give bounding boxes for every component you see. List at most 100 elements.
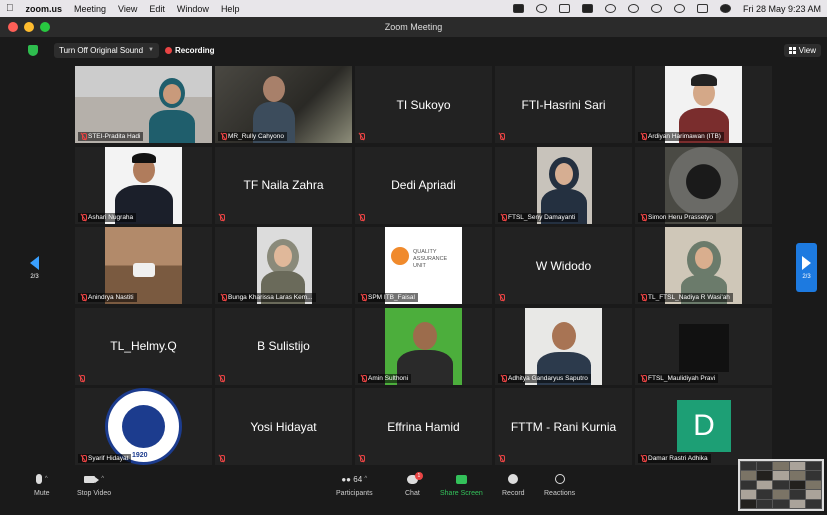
- participant-name-center: TF Naila Zahra: [243, 178, 324, 192]
- record-icon: [508, 474, 519, 484]
- participant-tile[interactable]: Anindrya Nastiti: [75, 227, 212, 304]
- zoom-status-icon[interactable]: [512, 4, 524, 13]
- participant-name-label: Syarif Hidayat: [78, 454, 132, 463]
- meeting-thumbnail-preview[interactable]: [738, 459, 824, 511]
- mic-muted-icon: [641, 294, 647, 301]
- participants-label: Participants: [336, 490, 373, 497]
- mic-muted-icon: [81, 133, 87, 140]
- chevron-up-icon[interactable]: ^: [364, 476, 367, 482]
- mic-muted-icon: [221, 294, 227, 301]
- stop-video-button[interactable]: ^ Stop Video: [77, 472, 111, 497]
- minimize-window-button[interactable]: [24, 22, 34, 32]
- volume-icon[interactable]: [604, 4, 616, 13]
- mute-button[interactable]: ^ Mute: [34, 472, 50, 497]
- participant-name-label: Adhitya Gandaryus Saputro: [498, 373, 591, 383]
- apple-icon[interactable]: : [6, 3, 14, 14]
- original-sound-label: Turn Off Original Sound: [59, 45, 144, 55]
- participant-tile[interactable]: FTTM - Rani Kurnia: [495, 388, 632, 465]
- chat-label: Chat: [405, 490, 420, 497]
- fullscreen-window-button[interactable]: [40, 22, 50, 32]
- cloud-icon[interactable]: [535, 4, 547, 13]
- window-titlebar: Zoom Meeting: [0, 17, 827, 38]
- participant-tile[interactable]: STEI-Pradita Hadi: [75, 66, 212, 143]
- mic-muted-icon: [501, 374, 507, 382]
- video-camera-icon: [84, 475, 100, 483]
- menu-app[interactable]: zoom.us: [26, 4, 63, 14]
- menu-window[interactable]: Window: [177, 4, 209, 14]
- participant-name-label: Anindrya Nastiti: [78, 293, 137, 302]
- participants-button[interactable]: ●● 64 ^ Participants: [336, 472, 373, 498]
- participant-tile[interactable]: QUALITY ASSURANCE UNIT SPM ITB_Faisal: [355, 227, 492, 304]
- display-icon[interactable]: [558, 4, 570, 13]
- participant-tile[interactable]: Bunga Kharissa Laras Kem...: [215, 227, 352, 304]
- participant-tile[interactable]: W Widodo: [495, 227, 632, 304]
- menu-help[interactable]: Help: [221, 4, 240, 14]
- participant-tile[interactable]: TF Naila Zahra: [215, 146, 352, 224]
- chevron-down-icon[interactable]: ▼: [148, 47, 154, 53]
- participant-name-center: Yosi Hidayat: [250, 419, 317, 434]
- grid-icon: [788, 47, 796, 54]
- participant-tile[interactable]: Adhitya Gandaryus Saputro: [495, 307, 632, 385]
- view-button[interactable]: View: [783, 44, 821, 57]
- share-screen-button[interactable]: Share Screen: [440, 472, 483, 497]
- window-title: Zoom Meeting: [384, 22, 443, 32]
- battery-icon[interactable]: [581, 4, 593, 13]
- original-sound-button[interactable]: Turn Off Original Sound ▼: [54, 42, 159, 58]
- participant-tile[interactable]: TI Sukoyo: [355, 66, 492, 143]
- mic-muted-icon: [499, 133, 505, 140]
- participant-tile[interactable]: Amin Sulthoni: [355, 307, 492, 385]
- chevron-up-icon[interactable]: ^: [45, 476, 48, 482]
- page-indicator-left: 2/3: [30, 273, 39, 280]
- menu-datetime[interactable]: Fri 28 May 9:23 AM: [743, 4, 821, 14]
- ganesha-emblem-icon: [122, 405, 165, 448]
- participant-tile[interactable]: FTSL_Seny Damayanti: [495, 146, 632, 224]
- menu-meeting[interactable]: Meeting: [74, 4, 106, 14]
- participant-tile[interactable]: Ardiyan Harimawan (ITB): [635, 66, 772, 143]
- participant-name: FTSL_Seny Damayanti: [508, 213, 576, 221]
- participant-tile[interactable]: Simon Heru Prassetyo: [635, 146, 772, 224]
- clock-icon[interactable]: [650, 4, 662, 13]
- meeting-top-bar: Turn Off Original Sound ▼ Recording View: [0, 39, 827, 61]
- participant-tile[interactable]: Yosi Hidayat: [215, 388, 352, 465]
- participant-name: Ashari Nugraha: [88, 213, 134, 221]
- previous-page-button[interactable]: 2/3: [24, 243, 45, 292]
- mic-muted-icon: [219, 374, 225, 382]
- recording-indicator[interactable]: Recording: [165, 46, 215, 55]
- participant-tile[interactable]: B Sulistijo: [215, 307, 352, 385]
- close-window-button[interactable]: [8, 22, 18, 32]
- participant-tile[interactable]: D Damar Rastri Adhika: [635, 388, 772, 465]
- siri-icon[interactable]: [719, 4, 731, 13]
- participant-name-center: Effrina Hamid: [387, 419, 460, 434]
- participant-name-center: FTTM - Rani Kurnia: [510, 419, 617, 434]
- participant-name-label: FTSL_Maulidiyah Pravi: [638, 373, 719, 383]
- participant-tile[interactable]: FTSL_Maulidiyah Pravi: [635, 307, 772, 385]
- record-button[interactable]: Record: [502, 472, 525, 497]
- mic-muted-icon: [361, 374, 367, 382]
- search-icon[interactable]: [673, 4, 685, 13]
- menu-edit[interactable]: Edit: [149, 4, 165, 14]
- gallery-view: STEI-Pradita Hadi MR_Rully Cahyono TI Su…: [75, 66, 772, 465]
- participant-tile[interactable]: Effrina Hamid: [355, 388, 492, 465]
- reactions-button[interactable]: Reactions: [544, 472, 575, 497]
- participant-tile[interactable]: 1920 Syarif Hidayat: [75, 388, 212, 465]
- view-label: View: [798, 46, 816, 55]
- menu-view[interactable]: View: [118, 4, 137, 14]
- mic-muted-icon: [499, 294, 505, 301]
- participant-tile[interactable]: MR_Rully Cahyono: [215, 66, 352, 143]
- wifi-icon[interactable]: [627, 4, 639, 13]
- mic-muted-icon: [641, 133, 647, 140]
- participant-tile[interactable]: FTI-Hasrini Sari: [495, 66, 632, 143]
- share-screen-icon: [455, 474, 467, 484]
- mic-muted-icon: [81, 455, 87, 462]
- chat-bubble-icon: 1: [406, 471, 423, 484]
- security-shield-icon[interactable]: [28, 44, 38, 56]
- mic-muted-icon: [219, 455, 225, 462]
- control-center-icon[interactable]: [696, 4, 708, 13]
- participant-tile[interactable]: TL_FTSL_Nadiya R Wasi'ah: [635, 227, 772, 304]
- participant-tile[interactable]: Dedi Apriadi: [355, 146, 492, 224]
- participant-tile[interactable]: Ashari Nugraha: [75, 146, 212, 224]
- chat-button[interactable]: 1 Chat: [405, 471, 423, 497]
- participant-tile[interactable]: TL_Helmy.Q: [75, 307, 212, 385]
- chevron-up-icon[interactable]: ^: [101, 476, 104, 482]
- next-page-button[interactable]: 2/3: [796, 243, 817, 292]
